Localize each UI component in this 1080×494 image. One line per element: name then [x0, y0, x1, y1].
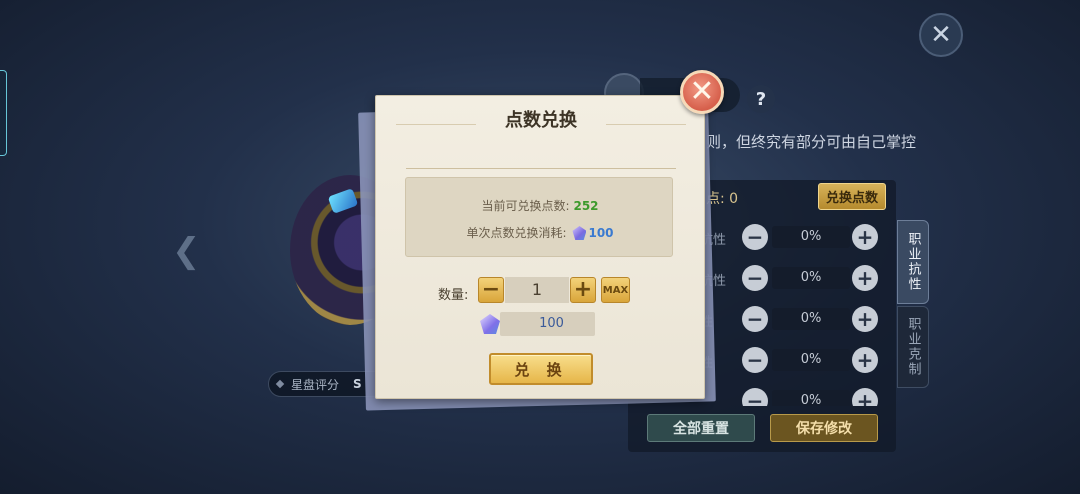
quantity-field[interactable]: 1: [505, 277, 569, 303]
stat-row: 抗性 − 0% +: [700, 263, 890, 293]
minus-icon[interactable]: −: [742, 306, 768, 332]
exchange-info-box: 当前可兑换点数: 252 单次点数兑换消耗: 100: [405, 177, 673, 257]
available-points-label: 当前可兑换点数:: [481, 199, 570, 213]
stat-value: 0%: [772, 349, 850, 371]
available-points-row: 当前可兑换点数: 252: [406, 197, 674, 214]
divider: [406, 168, 676, 169]
plus-icon[interactable]: +: [852, 306, 878, 332]
background-close-icon[interactable]: ✕: [919, 13, 963, 57]
stat-row: 性 − 0% +: [700, 345, 890, 375]
available-points-value: 252: [573, 199, 599, 213]
help-icon[interactable]: ?: [747, 85, 775, 113]
star-rating-value: S: [353, 377, 362, 391]
stat-row: 性 − 0% +: [700, 304, 890, 334]
minus-icon[interactable]: −: [742, 265, 768, 291]
previous-arrow-icon[interactable]: ❮: [172, 234, 201, 268]
stat-value: 0%: [772, 308, 850, 330]
stat-row: − 0% +: [700, 386, 890, 406]
minus-icon[interactable]: −: [742, 347, 768, 373]
crystal-icon: [572, 226, 587, 240]
tab-class-counter[interactable]: 职业克制: [897, 306, 929, 388]
panel-description: 则，但终究有部分可由自己掌控: [706, 133, 917, 151]
minus-icon[interactable]: −: [742, 224, 768, 250]
plus-icon[interactable]: +: [852, 265, 878, 291]
star-rating-label: 星盘评分: [291, 377, 340, 392]
exchange-button[interactable]: 兑 换: [489, 353, 593, 385]
total-cost-value: 100: [500, 312, 595, 336]
stat-value: 0%: [772, 267, 850, 289]
quantity-decrease-button[interactable]: −: [478, 277, 504, 303]
plus-icon[interactable]: +: [852, 388, 878, 406]
exchange-cost-value: 100: [588, 226, 614, 240]
stat-row: 抗性 − 0% +: [700, 222, 890, 252]
points-exchange-dialog: 点数兑换 当前可兑换点数: 252 单次点数兑换消耗: 100 数量: − 1 + …: [375, 95, 705, 399]
save-changes-button[interactable]: 保存修改: [770, 414, 878, 442]
stat-value: 0%: [772, 390, 850, 406]
quantity-max-button[interactable]: MAX: [601, 277, 630, 303]
exchange-cost-label: 单次点数兑换消耗:: [466, 226, 567, 240]
points-label: 点: 0: [706, 191, 739, 207]
close-icon[interactable]: ✕: [680, 70, 724, 114]
crystal-icon: [480, 314, 500, 334]
left-edge-tab[interactable]: [0, 70, 7, 156]
reset-all-button[interactable]: 全部重置: [647, 414, 755, 442]
quantity-increase-button[interactable]: +: [570, 277, 596, 303]
exchange-cost-row: 单次点数兑换消耗: 100: [406, 224, 674, 241]
exchange-points-button[interactable]: 兑换点数: [818, 183, 886, 210]
stat-value: 0%: [772, 226, 850, 248]
tab-class-resistance[interactable]: 职业抗性: [897, 220, 929, 304]
dialog-title: 点数兑换: [505, 110, 577, 131]
plus-icon[interactable]: +: [852, 224, 878, 250]
minus-icon[interactable]: −: [742, 388, 768, 406]
plus-icon[interactable]: +: [852, 347, 878, 373]
quantity-label: 数量:: [438, 288, 469, 303]
